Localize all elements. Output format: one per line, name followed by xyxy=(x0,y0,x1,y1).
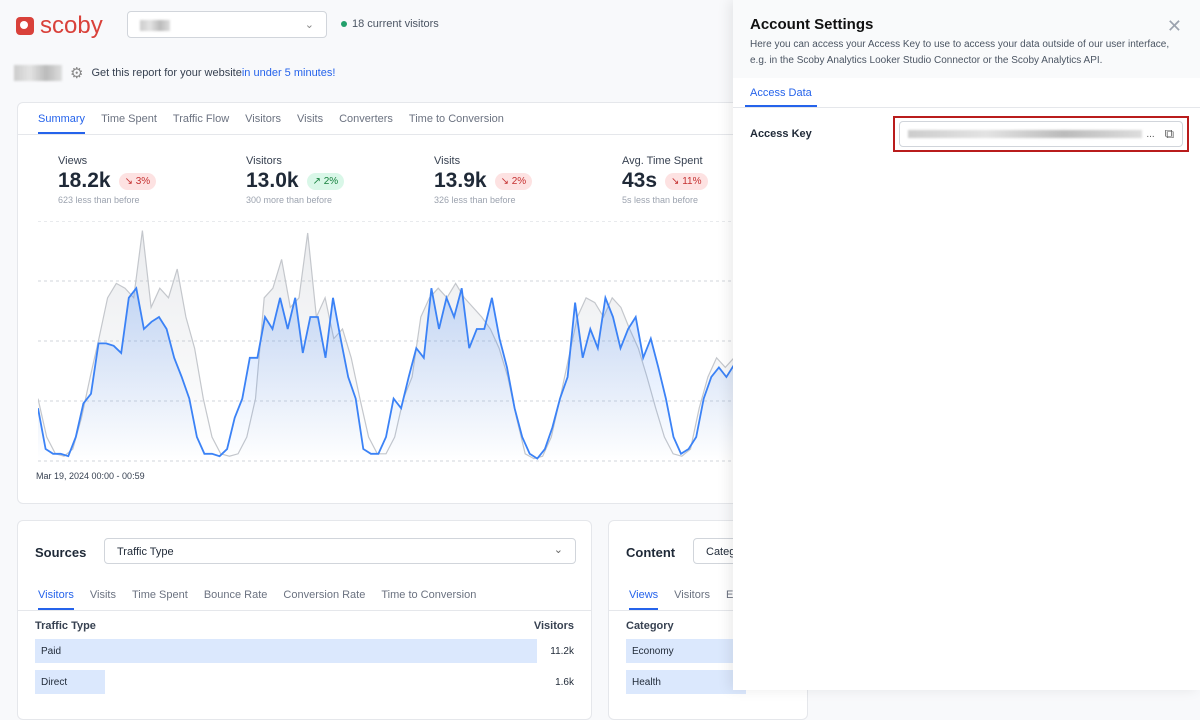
traffic-type-select[interactable]: Traffic Type ⌄ xyxy=(104,538,576,564)
change-badge: ↘ 11% xyxy=(665,172,708,190)
arrow-down-icon: ↘ xyxy=(671,175,680,187)
kpi-visits: Visits 13.9k ↘ 2% 326 less than before xyxy=(434,155,622,205)
arrow-up-icon: ↗ xyxy=(312,175,321,187)
tab-conversion-rate[interactable]: Conversion Rate xyxy=(283,579,365,610)
tab-visitors[interactable]: Visitors xyxy=(245,103,281,134)
access-key-highlight: ... ⧉ xyxy=(893,116,1189,152)
source-value: 11.2k xyxy=(550,646,574,657)
traffic-chart xyxy=(38,221,734,462)
content-title: Content xyxy=(626,545,676,560)
live-dot-icon xyxy=(341,21,347,27)
site-label-redacted xyxy=(14,65,62,81)
sources-tabs: Visitors Visits Time Spent Bounce Rate Conve… xyxy=(18,579,591,611)
tab-visits[interactable]: Visits xyxy=(90,579,116,610)
tab-views[interactable]: Views xyxy=(629,579,659,610)
date-range-label: Mar 19, 2024 00:00 - 00:59 xyxy=(36,471,145,481)
tab-converters[interactable]: Converters xyxy=(339,103,393,134)
scoby-logo[interactable]: scoby xyxy=(16,12,103,40)
site-name-redacted xyxy=(140,20,170,31)
arrow-down-icon: ↘ xyxy=(500,175,509,187)
content-row[interactable]: Health xyxy=(626,670,746,694)
kpi-row: Views 18.2k ↘ 3% 623 less than before Visito… xyxy=(58,155,810,205)
copy-icon[interactable]: ⧉ xyxy=(1165,126,1174,142)
sources-title: Sources xyxy=(35,545,87,560)
source-row[interactable]: Paid xyxy=(35,639,537,663)
col-visitors: Visitors xyxy=(533,620,574,632)
current-visitors: 18 current visitors xyxy=(341,18,439,30)
arrow-down-icon: ↘ xyxy=(124,175,133,187)
summary-tabs: Summary Time Spent Traffic Flow Visitors Vis… xyxy=(18,103,756,135)
tab-traffic-flow[interactable]: Traffic Flow xyxy=(173,103,229,134)
promo-text: Get this report for your website xyxy=(91,67,242,79)
tab-visits[interactable]: Visits xyxy=(297,103,323,134)
logo-mark-icon xyxy=(16,17,34,35)
col-category: Category xyxy=(626,620,674,632)
change-badge: ↗ 2% xyxy=(306,172,345,190)
account-settings-panel: Account Settings Here you can access your… xyxy=(733,0,1200,690)
logo-text: scoby xyxy=(40,12,103,39)
tab-visitors[interactable]: Visitors xyxy=(674,579,710,610)
access-key-label: Access Key xyxy=(750,128,812,140)
access-key-field[interactable]: ... ⧉ xyxy=(899,121,1183,147)
col-traffic-type: Traffic Type xyxy=(35,620,96,632)
content-row[interactable]: Economy xyxy=(626,639,746,663)
gear-icon[interactable]: ⚙ xyxy=(70,64,83,82)
source-row[interactable]: Direct xyxy=(35,670,105,694)
tab-access-data[interactable]: Access Data xyxy=(745,78,817,107)
summary-card: Summary Time Spent Traffic Flow Visitors Vis… xyxy=(17,102,757,504)
sources-card: Sources Traffic Type ⌄ Visitors Visits Time… xyxy=(17,520,592,720)
chevron-down-icon: ⌄ xyxy=(553,544,563,556)
kpi-views: Views 18.2k ↘ 3% 623 less than before xyxy=(58,155,246,205)
access-key-redacted xyxy=(908,130,1143,138)
tab-summary[interactable]: Summary xyxy=(38,103,86,134)
tab-time-spent[interactable]: Time Spent xyxy=(101,103,157,134)
source-value: 1.6k xyxy=(555,677,574,688)
promo-link[interactable]: in under 5 minutes! xyxy=(242,67,336,79)
kpi-visitors: Visitors 13.0k ↗ 2% 300 more than before xyxy=(246,155,434,205)
tab-time-to-conversion[interactable]: Time to Conversion xyxy=(381,579,476,610)
tab-time-to-conversion[interactable]: Time to Conversion xyxy=(409,103,504,134)
tab-bounce-rate[interactable]: Bounce Rate xyxy=(204,579,268,610)
change-badge: ↘ 2% xyxy=(494,172,533,190)
chevron-down-icon: ⌄ xyxy=(304,19,314,31)
tab-time-spent[interactable]: Time Spent xyxy=(132,579,188,610)
tab-visitors[interactable]: Visitors xyxy=(38,579,74,610)
panel-title: Account Settings xyxy=(750,16,874,33)
panel-description: Here you can access your Access Key to u… xyxy=(750,39,1170,66)
promo-row: ⚙ Get this report for your website in und… xyxy=(14,64,335,82)
close-icon[interactable]: ✕ xyxy=(1167,16,1182,37)
change-badge: ↘ 3% xyxy=(118,172,157,190)
site-select[interactable]: ⌄ xyxy=(127,11,327,38)
